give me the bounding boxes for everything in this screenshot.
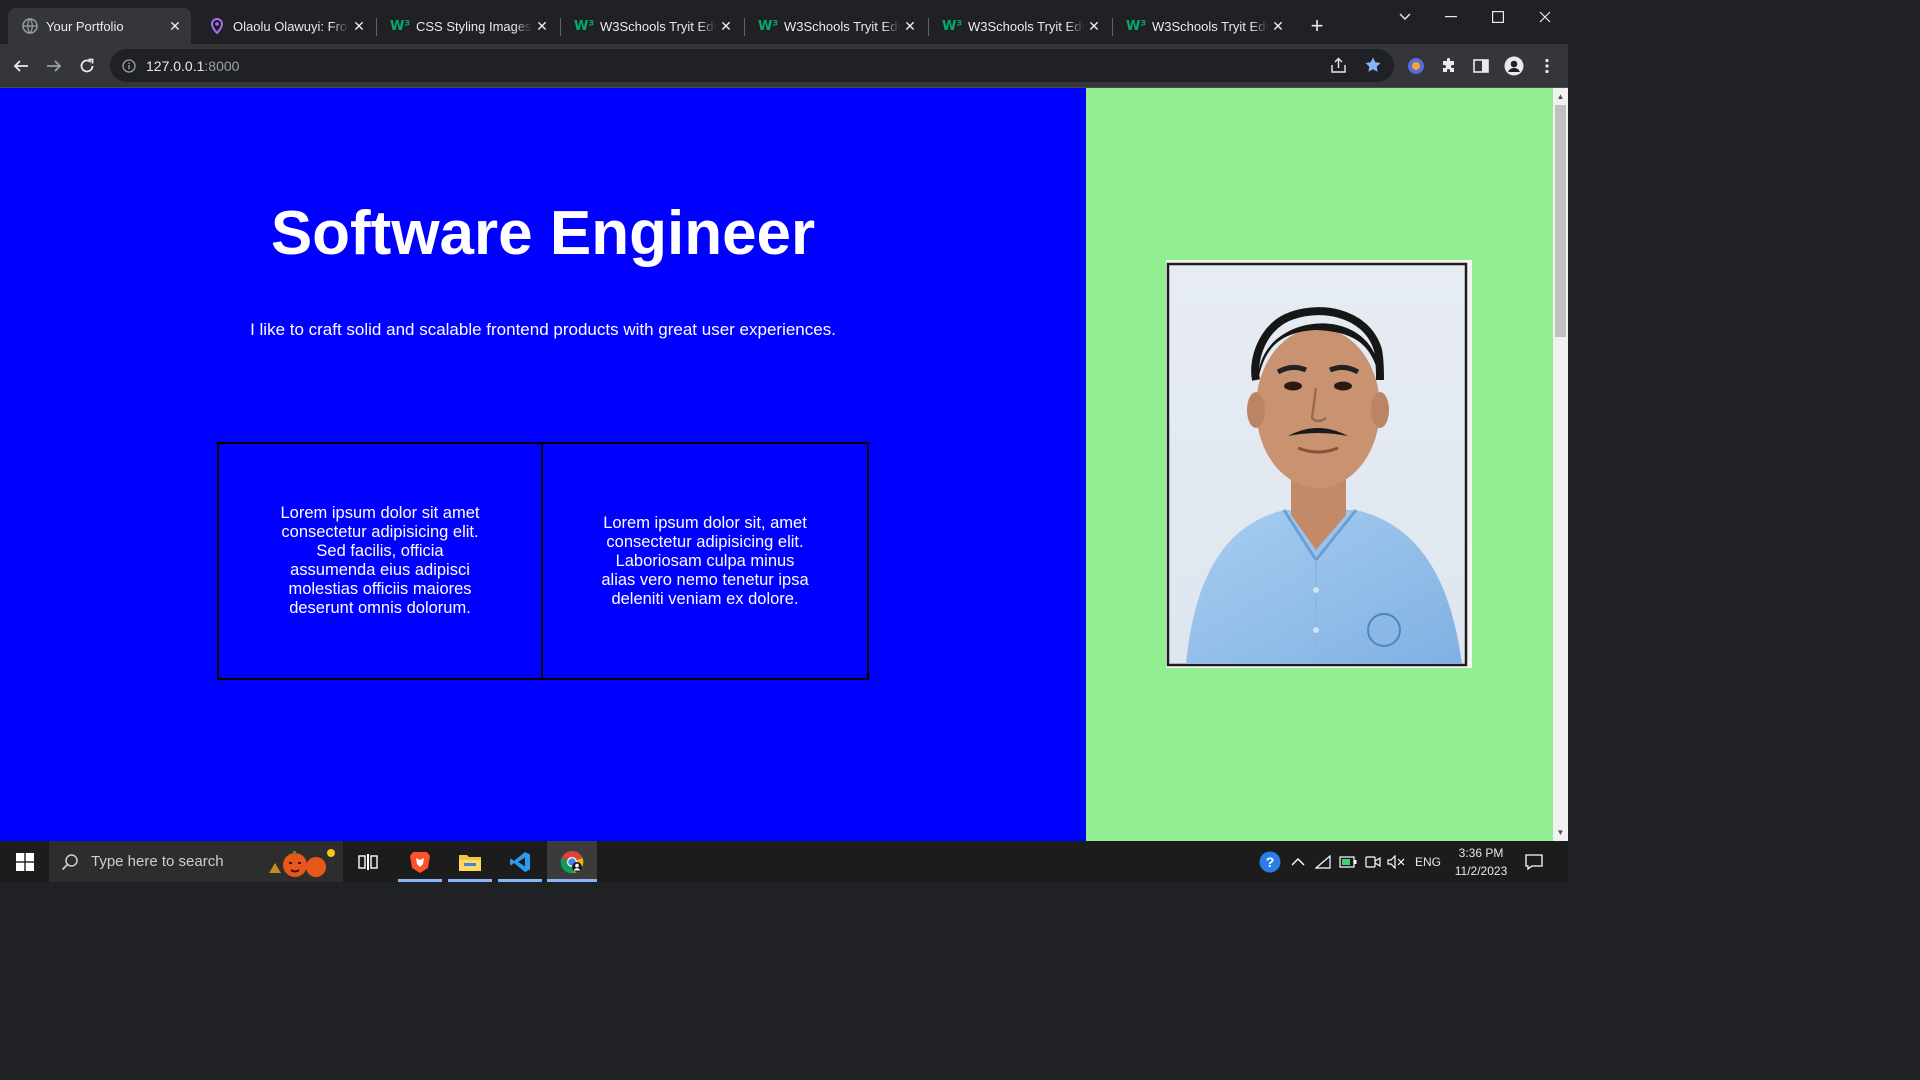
battery-icon[interactable] xyxy=(1339,841,1357,882)
tab-css-styling-images[interactable]: W³ CSS Styling Images ✕ xyxy=(378,8,558,44)
clock[interactable]: 3:36 PM 11/2/2023 xyxy=(1449,841,1513,882)
running-indicator xyxy=(398,879,442,882)
photo-aside xyxy=(1086,88,1553,841)
pumpkin-search-highlight-icon xyxy=(263,843,341,885)
bookmark-star-icon[interactable] xyxy=(1364,56,1382,79)
reload-button[interactable] xyxy=(73,52,101,80)
location-pin-icon xyxy=(209,18,225,34)
start-button[interactable] xyxy=(0,841,49,882)
brave-extension-icon[interactable] xyxy=(1402,52,1430,80)
tab-title: W3Schools Tryit Editor xyxy=(784,18,900,34)
tab-your-portfolio[interactable]: Your Portfolio ✕ xyxy=(8,8,191,44)
hero-section: Software Engineer I like to craft solid … xyxy=(0,88,1086,841)
page-heading: Software Engineer xyxy=(270,199,816,268)
tab-title: Your Portfolio xyxy=(46,18,124,34)
address-port: :8000 xyxy=(204,57,240,74)
close-icon[interactable]: ✕ xyxy=(165,16,185,36)
tab-separator xyxy=(1112,18,1113,36)
clock-date: 11/2/2023 xyxy=(1454,863,1508,878)
vscode-icon[interactable] xyxy=(497,841,543,882)
card-text: Lorem ipsum dolor sit, amet consectetur … xyxy=(601,513,809,608)
windows-taskbar: Type here to search ? ENG 3:36 PM 11/2/2… xyxy=(0,841,1568,882)
w3schools-icon: W³ xyxy=(1125,18,1147,34)
w3schools-icon: W³ xyxy=(573,18,595,34)
page-viewport: Software Engineer I like to craft solid … xyxy=(0,88,1568,841)
w3schools-icon: W³ xyxy=(941,18,963,34)
new-tab-button[interactable]: + xyxy=(1305,14,1329,38)
close-window-button[interactable] xyxy=(1522,0,1568,34)
scrollbar-thumb[interactable] xyxy=(1555,105,1566,337)
tab-separator xyxy=(560,18,561,36)
windows-logo-icon xyxy=(15,852,34,871)
site-info-icon[interactable] xyxy=(122,58,136,73)
close-icon[interactable]: ✕ xyxy=(900,16,920,36)
tab-title: Olaolu Olawuyi: Front xyxy=(233,18,349,34)
profile-avatar-icon[interactable] xyxy=(1500,52,1528,80)
language-indicator[interactable]: ENG xyxy=(1415,841,1441,882)
card: Lorem ipsum dolor sit, amet consectetur … xyxy=(543,442,869,680)
task-view-icon[interactable] xyxy=(350,841,386,882)
address-host: 127.0.0.1 xyxy=(146,57,205,74)
clock-time: 3:36 PM xyxy=(1458,845,1504,860)
tab-separator xyxy=(376,18,377,36)
close-icon[interactable]: ✕ xyxy=(1084,16,1104,36)
scroll-down-arrow-icon[interactable]: ▼ xyxy=(1553,824,1568,841)
extensions-icon[interactable] xyxy=(1435,52,1463,80)
running-indicator xyxy=(498,879,542,882)
maximize-button[interactable] xyxy=(1475,0,1521,34)
meet-now-icon[interactable] xyxy=(1365,841,1381,882)
wifi-icon[interactable] xyxy=(1315,841,1331,882)
card: Lorem ipsum dolor sit amet consectetur a… xyxy=(217,442,543,680)
close-icon[interactable]: ✕ xyxy=(532,16,552,36)
tab-separator xyxy=(744,18,745,36)
tab-search-button[interactable] xyxy=(1382,0,1428,34)
share-icon[interactable] xyxy=(1330,57,1347,79)
card-text: Lorem ipsum dolor sit amet consectetur a… xyxy=(280,504,480,617)
help-icon[interactable]: ? xyxy=(1258,841,1282,882)
close-icon[interactable]: ✕ xyxy=(1268,16,1288,36)
tab-strip: Your Portfolio ✕ Olaolu Olawuyi: Front ✕… xyxy=(0,0,1568,44)
forward-button[interactable] xyxy=(40,52,68,80)
svg-text:?: ? xyxy=(1266,854,1275,870)
page-tagline: I like to craft solid and scalable front… xyxy=(250,320,836,339)
page-scrollbar[interactable]: ▲ ▼ xyxy=(1553,88,1568,841)
minimize-button[interactable] xyxy=(1428,0,1474,34)
card-row: Lorem ipsum dolor sit amet consectetur a… xyxy=(217,442,869,680)
taskbar-search-box[interactable]: Type here to search xyxy=(49,841,343,882)
search-placeholder: Type here to search xyxy=(91,853,224,870)
tab-title: W3Schools Tryit Editor xyxy=(968,18,1084,34)
tab-title: W3Schools Tryit Editor xyxy=(1152,18,1268,34)
tab-w3schools-tryit-3[interactable]: W³ W3Schools Tryit Editor ✕ xyxy=(930,8,1110,44)
chrome-taskbar-icon[interactable] xyxy=(547,841,597,882)
tab-separator xyxy=(928,18,929,36)
file-explorer-icon[interactable] xyxy=(447,841,493,882)
notification-center-icon[interactable] xyxy=(1525,841,1543,882)
address-bar[interactable]: 127.0.0.1:8000 xyxy=(110,49,1394,82)
tab-title: W3Schools Tryit Editor xyxy=(600,18,716,34)
brave-browser-icon[interactable] xyxy=(397,841,443,882)
w3schools-icon: W³ xyxy=(389,18,411,34)
tab-olaolu[interactable]: Olaolu Olawuyi: Front ✕ xyxy=(195,8,375,44)
globe-icon xyxy=(22,18,38,34)
volume-muted-icon[interactable] xyxy=(1387,841,1405,882)
tab-w3schools-tryit-4[interactable]: W³ W3Schools Tryit Editor ✕ xyxy=(1114,8,1294,44)
tab-w3schools-tryit-2[interactable]: W³ W3Schools Tryit Editor ✕ xyxy=(746,8,926,44)
close-icon[interactable]: ✕ xyxy=(349,16,369,36)
tab-w3schools-tryit-1[interactable]: W³ W3Schools Tryit Editor ✕ xyxy=(562,8,742,44)
search-icon xyxy=(61,853,78,870)
chevron-up-icon[interactable] xyxy=(1291,841,1305,882)
tab-title: CSS Styling Images xyxy=(416,18,532,34)
back-button[interactable] xyxy=(7,52,35,80)
running-indicator xyxy=(547,879,597,882)
scroll-up-arrow-icon[interactable]: ▲ xyxy=(1553,88,1568,105)
running-indicator xyxy=(448,879,492,882)
profile-photo xyxy=(1166,260,1472,668)
side-panel-icon[interactable] xyxy=(1467,52,1495,80)
browser-toolbar: 127.0.0.1:8000 xyxy=(0,44,1568,88)
menu-kebab-icon[interactable] xyxy=(1533,52,1561,80)
w3schools-icon: W³ xyxy=(757,18,779,34)
close-icon[interactable]: ✕ xyxy=(716,16,736,36)
